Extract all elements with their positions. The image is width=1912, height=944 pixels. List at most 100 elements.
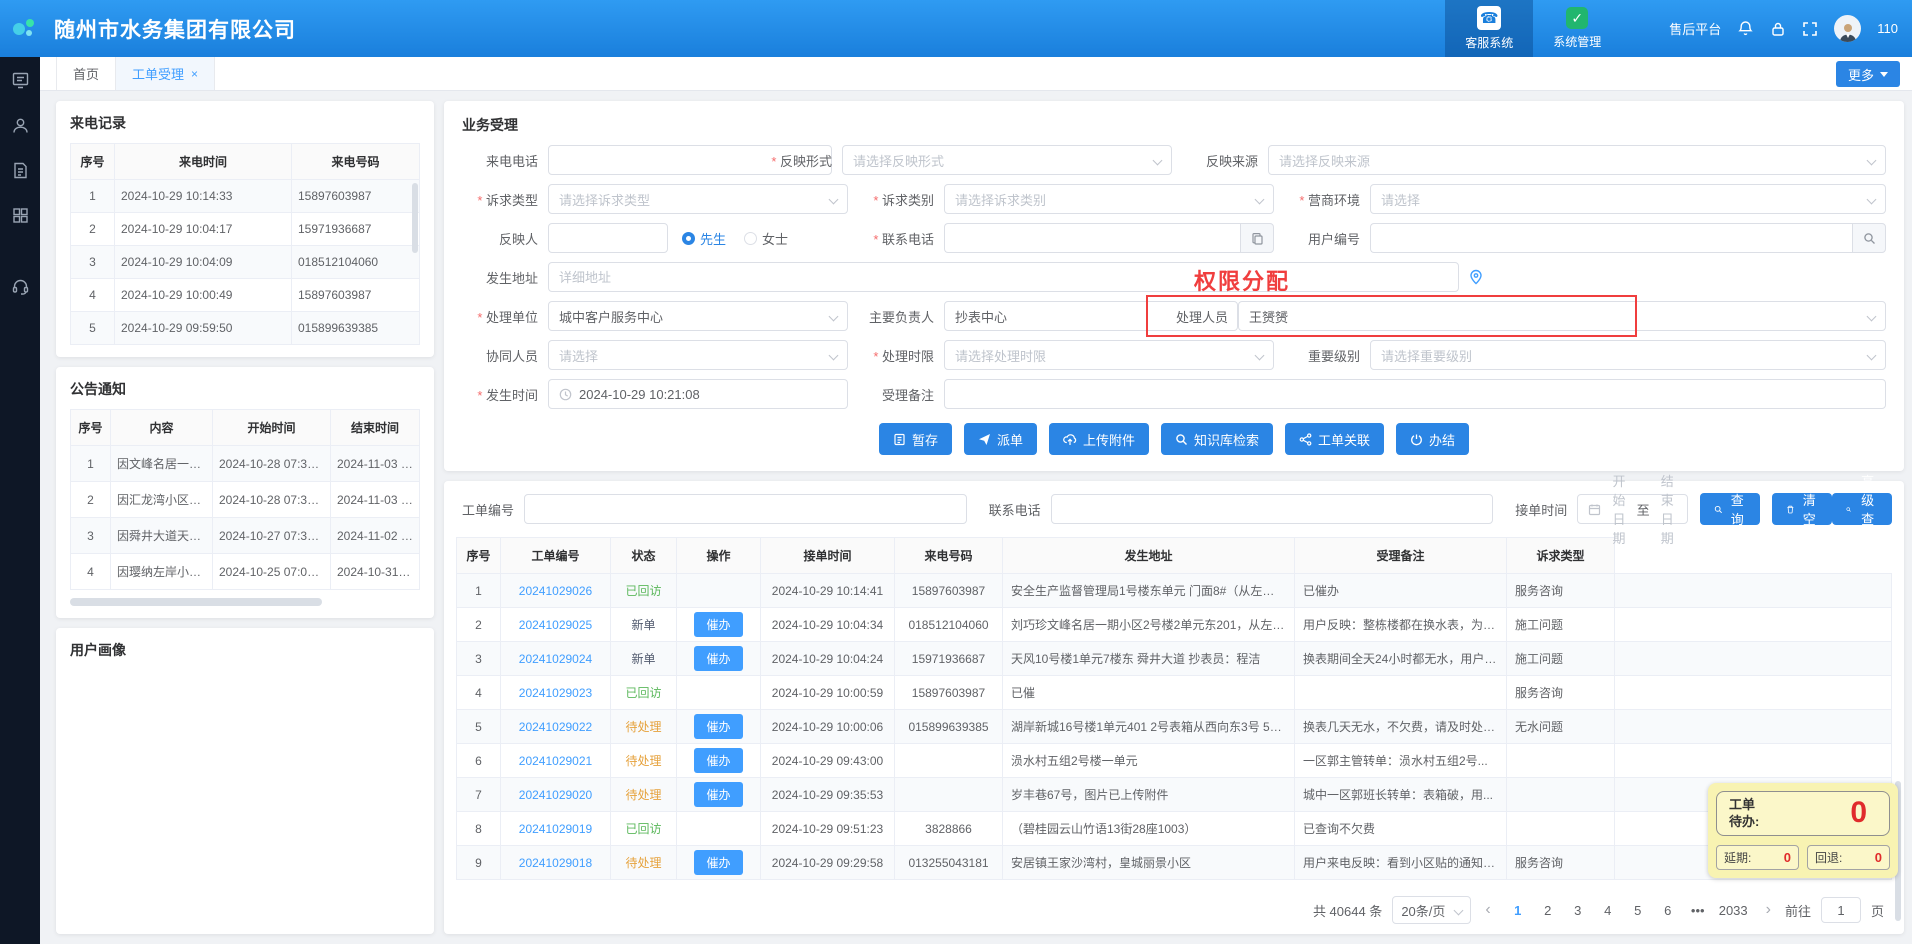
- urge-button[interactable]: 催办: [694, 748, 742, 773]
- upload-action-button[interactable]: 上传附件: [1049, 423, 1149, 455]
- cell-type: 服务咨询: [1507, 676, 1615, 710]
- urge-button[interactable]: 催办: [694, 850, 742, 875]
- chevron-down-icon: [1867, 350, 1877, 360]
- cell-no: 9: [457, 846, 501, 880]
- order-link[interactable]: 20241029020: [519, 788, 592, 802]
- sidebar-register-icon[interactable]: [11, 71, 30, 90]
- address-input[interactable]: [548, 262, 1459, 292]
- order-link[interactable]: 20241029024: [519, 652, 592, 666]
- handle-unit-select[interactable]: 城中客户服务中心: [548, 301, 848, 331]
- prev-page-button[interactable]: [1481, 901, 1494, 919]
- page-number[interactable]: 3: [1565, 897, 1591, 923]
- page-ellipsis[interactable]: •••: [1685, 897, 1711, 923]
- page-number[interactable]: 6: [1655, 897, 1681, 923]
- horizontal-scrollbar[interactable]: [70, 598, 322, 606]
- goto-page-input[interactable]: [1821, 897, 1861, 923]
- link-action-button[interactable]: 工单关联: [1285, 423, 1384, 455]
- advanced-search-button[interactable]: 高级查询: [1832, 493, 1892, 525]
- select-placeholder: 请选择重要级别: [1381, 346, 1472, 365]
- user-no-input[interactable]: [1370, 223, 1852, 253]
- call-record-row: 22024-10-29 10:04:1715971936687: [71, 213, 420, 246]
- user-avatar[interactable]: [1834, 15, 1861, 42]
- search-button[interactable]: 查询: [1700, 493, 1760, 525]
- reporter-input[interactable]: [548, 223, 668, 253]
- nav-system-management[interactable]: 系统管理: [1533, 0, 1621, 57]
- cell-note: 一区郭主管转单：涢水村五组2号...: [1295, 744, 1507, 778]
- order-link[interactable]: 20241029018: [519, 856, 592, 870]
- order-link[interactable]: 20241029025: [519, 618, 592, 632]
- sidebar-grid-icon[interactable]: [11, 206, 30, 225]
- time-limit-select[interactable]: 请选择处理时限: [944, 340, 1274, 370]
- field-label: 联系电话: [848, 229, 944, 248]
- order-no-input[interactable]: [524, 494, 967, 524]
- order-link[interactable]: 20241029023: [519, 686, 592, 700]
- radio-mister[interactable]: 先生: [682, 229, 726, 248]
- page-number[interactable]: 4: [1595, 897, 1621, 923]
- tab-work-order[interactable]: 工单受理: [116, 57, 215, 90]
- after-sales-platform-link[interactable]: 售后平台: [1669, 19, 1721, 38]
- urge-button[interactable]: 催办: [694, 646, 742, 671]
- co-handler-select[interactable]: 请选择: [548, 340, 848, 370]
- send-action-button[interactable]: 派单: [964, 423, 1037, 455]
- page-size-select[interactable]: 20条/页: [1392, 896, 1471, 924]
- end-date-placeholder: 结束日期: [1658, 471, 1677, 547]
- cell: 1: [71, 180, 115, 213]
- table-row: 720241029020待处理催办2024-10-29 09:35:53岁丰巷6…: [457, 778, 1892, 812]
- panel-title: 公告通知: [70, 379, 420, 399]
- urge-button[interactable]: 催办: [694, 782, 742, 807]
- calendar-icon: [1588, 503, 1601, 516]
- page-number[interactable]: 1: [1505, 897, 1531, 923]
- remark-input[interactable]: [944, 379, 1886, 409]
- column-header: 发生地址: [1003, 538, 1295, 574]
- cell-type: [1507, 812, 1615, 846]
- column-header: 来电时间: [115, 144, 292, 180]
- copy-icon[interactable]: [1240, 223, 1274, 253]
- sidebar-user-icon[interactable]: [11, 116, 30, 135]
- save-action-button[interactable]: 暂存: [879, 423, 952, 455]
- reflect-source-select[interactable]: 请选择反映来源: [1268, 145, 1886, 175]
- order-link[interactable]: 20241029021: [519, 754, 592, 768]
- finish-action-button[interactable]: 办结: [1396, 423, 1469, 455]
- location-pin-icon[interactable]: [1469, 269, 1483, 285]
- date-range-picker[interactable]: 开始日期 至 结束日期: [1577, 494, 1688, 524]
- appeal-type-select[interactable]: 请选择诉求类型: [548, 184, 848, 214]
- page-number[interactable]: 5: [1625, 897, 1651, 923]
- order-link[interactable]: 20241029026: [519, 584, 592, 598]
- urge-button[interactable]: 催办: [694, 612, 742, 637]
- order-link[interactable]: 20241029022: [519, 720, 592, 734]
- vertical-scrollbar[interactable]: [412, 183, 418, 253]
- sidebar-headset-icon[interactable]: [11, 277, 30, 296]
- page-number[interactable]: 2033: [1715, 897, 1752, 923]
- order-link[interactable]: 20241029019: [519, 822, 592, 836]
- business-env-select[interactable]: 请选择: [1370, 184, 1886, 214]
- chevron-down-icon: [1880, 72, 1888, 77]
- next-page-button[interactable]: [1762, 901, 1775, 919]
- nav-customer-service-system[interactable]: 客服系统: [1445, 0, 1533, 57]
- appeal-class-select[interactable]: 请选择诉求类别: [944, 184, 1274, 214]
- clear-button[interactable]: 清空: [1772, 493, 1832, 525]
- handler-select[interactable]: 王赟赟: [1238, 301, 1886, 331]
- contact-phone-input[interactable]: [944, 223, 1240, 253]
- tab-home[interactable]: 首页: [56, 57, 116, 90]
- pagination-bar: 共 40644 条 20条/页 123456•••2033 前往 页: [456, 886, 1892, 926]
- fullscreen-icon[interactable]: [1802, 21, 1818, 37]
- importance-select[interactable]: 请选择重要级别: [1370, 340, 1886, 370]
- close-icon[interactable]: [191, 67, 198, 81]
- filter-phone-input[interactable]: [1051, 494, 1494, 524]
- urge-button[interactable]: 催办: [694, 714, 742, 739]
- cell: 015899639385: [292, 312, 420, 345]
- page-unit-label: 页: [1871, 901, 1884, 920]
- radio-madam[interactable]: 女士: [744, 229, 788, 248]
- total-count: 共 40644 条: [1313, 901, 1382, 920]
- search-action-button[interactable]: 知识库检索: [1161, 423, 1273, 455]
- reflect-form-select[interactable]: 请选择反映形式: [842, 145, 1172, 175]
- bell-icon[interactable]: [1737, 20, 1754, 37]
- todo-widget[interactable]: 工单 待办: 0 延期: 0 回退: 0: [1708, 783, 1898, 878]
- page-number[interactable]: 2: [1535, 897, 1561, 923]
- sidebar-document-icon[interactable]: [11, 161, 30, 180]
- more-button[interactable]: 更多: [1836, 61, 1900, 87]
- lock-icon[interactable]: [1770, 21, 1786, 37]
- occur-time-picker[interactable]: 2024-10-29 10:21:08: [548, 379, 848, 409]
- search-icon[interactable]: [1852, 223, 1886, 253]
- cell-order-id: 20241029021: [501, 744, 611, 778]
